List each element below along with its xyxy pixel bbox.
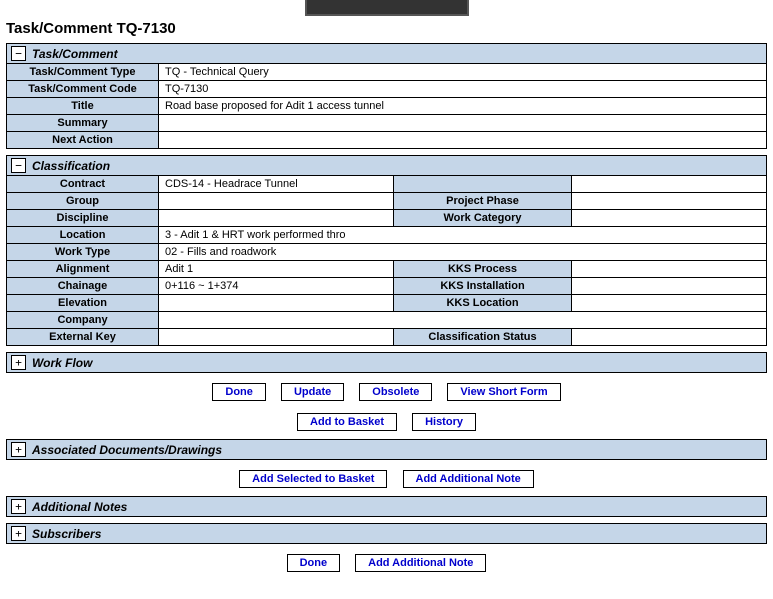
value-alignment: Adit 1 xyxy=(159,261,394,277)
table-row: Summary xyxy=(7,115,766,132)
table-row: Task/Comment Code TQ-7130 xyxy=(7,81,766,98)
label-company: Company xyxy=(7,312,159,328)
classification-grid: Contract CDS-14 - Headrace Tunnel Group … xyxy=(6,176,767,346)
table-row: Task/Comment Type TQ - Technical Query xyxy=(7,64,766,81)
value-type: TQ - Technical Query xyxy=(159,64,766,80)
section-title: Task/Comment xyxy=(32,47,118,61)
value-title: Road base proposed for Adit 1 access tun… xyxy=(159,98,766,114)
value-work-category xyxy=(572,210,747,226)
page-title: Task/Comment TQ-7130 xyxy=(6,20,767,37)
value-kks-installation xyxy=(572,278,747,294)
table-row: Elevation KKS Location xyxy=(7,295,766,312)
label-kks-process: KKS Process xyxy=(394,261,572,277)
section-task-comment-header: − Task/Comment xyxy=(6,43,767,64)
section-title: Subscribers xyxy=(32,527,101,541)
add-additional-note-button[interactable]: Add Additional Note xyxy=(403,470,534,488)
expand-icon[interactable]: + xyxy=(11,499,26,514)
window-top-bar xyxy=(305,0,469,16)
table-row: Next Action xyxy=(7,132,766,149)
collapse-icon[interactable]: − xyxy=(11,46,26,61)
label-external-key: External Key xyxy=(7,329,159,345)
label-group: Group xyxy=(7,193,159,209)
section-additional-notes-header: + Additional Notes xyxy=(6,496,767,517)
expand-icon[interactable]: + xyxy=(11,526,26,541)
label-kks-location: KKS Location xyxy=(394,295,572,311)
value-code: TQ-7130 xyxy=(159,81,766,97)
done-button[interactable]: Done xyxy=(212,383,266,401)
label-alignment: Alignment xyxy=(7,261,159,277)
table-row: External Key Classification Status xyxy=(7,329,766,346)
label-next-action: Next Action xyxy=(7,132,159,148)
bottom-button-row: Done Add Additional Note xyxy=(6,552,767,574)
label-elevation: Elevation xyxy=(7,295,159,311)
section-title: Additional Notes xyxy=(32,500,127,514)
table-row: Discipline Work Category xyxy=(7,210,766,227)
expand-icon[interactable]: + xyxy=(11,355,26,370)
table-row: Company xyxy=(7,312,766,329)
value-elevation xyxy=(159,295,394,311)
section-subscribers-header: + Subscribers xyxy=(6,523,767,544)
table-row: Work Type 02 - Fills and roadwork xyxy=(7,244,766,261)
workflow-button-row-2: Add to Basket History xyxy=(6,411,767,433)
value-company xyxy=(159,312,766,328)
value-summary xyxy=(159,115,766,131)
label-summary: Summary xyxy=(7,115,159,131)
label-empty xyxy=(394,176,572,192)
table-row: Chainage 0+116 ~ 1+374 KKS Installation xyxy=(7,278,766,295)
section-classification-header: − Classification xyxy=(6,155,767,176)
table-row: Title Road base proposed for Adit 1 acce… xyxy=(7,98,766,115)
expand-icon[interactable]: + xyxy=(11,442,26,457)
value-chainage: 0+116 ~ 1+374 xyxy=(159,278,394,294)
value-location: 3 - Adit 1 & HRT work performed thro xyxy=(159,227,766,243)
value-classification-status xyxy=(572,329,747,345)
label-work-category: Work Category xyxy=(394,210,572,226)
section-title: Classification xyxy=(32,159,110,173)
history-button[interactable]: History xyxy=(412,413,476,431)
table-row: Location 3 - Adit 1 & HRT work performed… xyxy=(7,227,766,244)
label-type: Task/Comment Type xyxy=(7,64,159,80)
label-code: Task/Comment Code xyxy=(7,81,159,97)
label-project-phase: Project Phase xyxy=(394,193,572,209)
section-assoc-docs-header: + Associated Documents/Drawings xyxy=(6,439,767,460)
value-contract: CDS-14 - Headrace Tunnel xyxy=(159,176,394,192)
table-row: Contract CDS-14 - Headrace Tunnel xyxy=(7,176,766,193)
label-classification-status: Classification Status xyxy=(394,329,572,345)
value-kks-process xyxy=(572,261,747,277)
done-button[interactable]: Done xyxy=(287,554,341,572)
value-kks-location xyxy=(572,295,747,311)
label-kks-installation: KKS Installation xyxy=(394,278,572,294)
label-discipline: Discipline xyxy=(7,210,159,226)
add-selected-to-basket-button[interactable]: Add Selected to Basket xyxy=(239,470,387,488)
label-chainage: Chainage xyxy=(7,278,159,294)
label-title: Title xyxy=(7,98,159,114)
view-short-form-button[interactable]: View Short Form xyxy=(447,383,560,401)
value-discipline xyxy=(159,210,394,226)
label-work-type: Work Type xyxy=(7,244,159,260)
value-group xyxy=(159,193,394,209)
update-button[interactable]: Update xyxy=(281,383,344,401)
section-workflow-header: + Work Flow xyxy=(6,352,767,373)
add-additional-note-button[interactable]: Add Additional Note xyxy=(355,554,486,572)
workflow-button-row: Done Update Obsolete View Short Form xyxy=(6,381,767,403)
section-title: Work Flow xyxy=(32,356,92,370)
assoc-docs-button-row: Add Selected to Basket Add Additional No… xyxy=(6,468,767,490)
table-row: Group Project Phase xyxy=(7,193,766,210)
value-empty xyxy=(572,176,747,192)
label-contract: Contract xyxy=(7,176,159,192)
collapse-icon[interactable]: − xyxy=(11,158,26,173)
add-to-basket-button[interactable]: Add to Basket xyxy=(297,413,397,431)
task-comment-grid: Task/Comment Type TQ - Technical Query T… xyxy=(6,64,767,149)
obsolete-button[interactable]: Obsolete xyxy=(359,383,432,401)
value-next-action xyxy=(159,132,766,148)
value-project-phase xyxy=(572,193,747,209)
value-work-type: 02 - Fills and roadwork xyxy=(159,244,766,260)
table-row: Alignment Adit 1 KKS Process xyxy=(7,261,766,278)
label-location: Location xyxy=(7,227,159,243)
value-external-key xyxy=(159,329,394,345)
section-title: Associated Documents/Drawings xyxy=(32,443,222,457)
